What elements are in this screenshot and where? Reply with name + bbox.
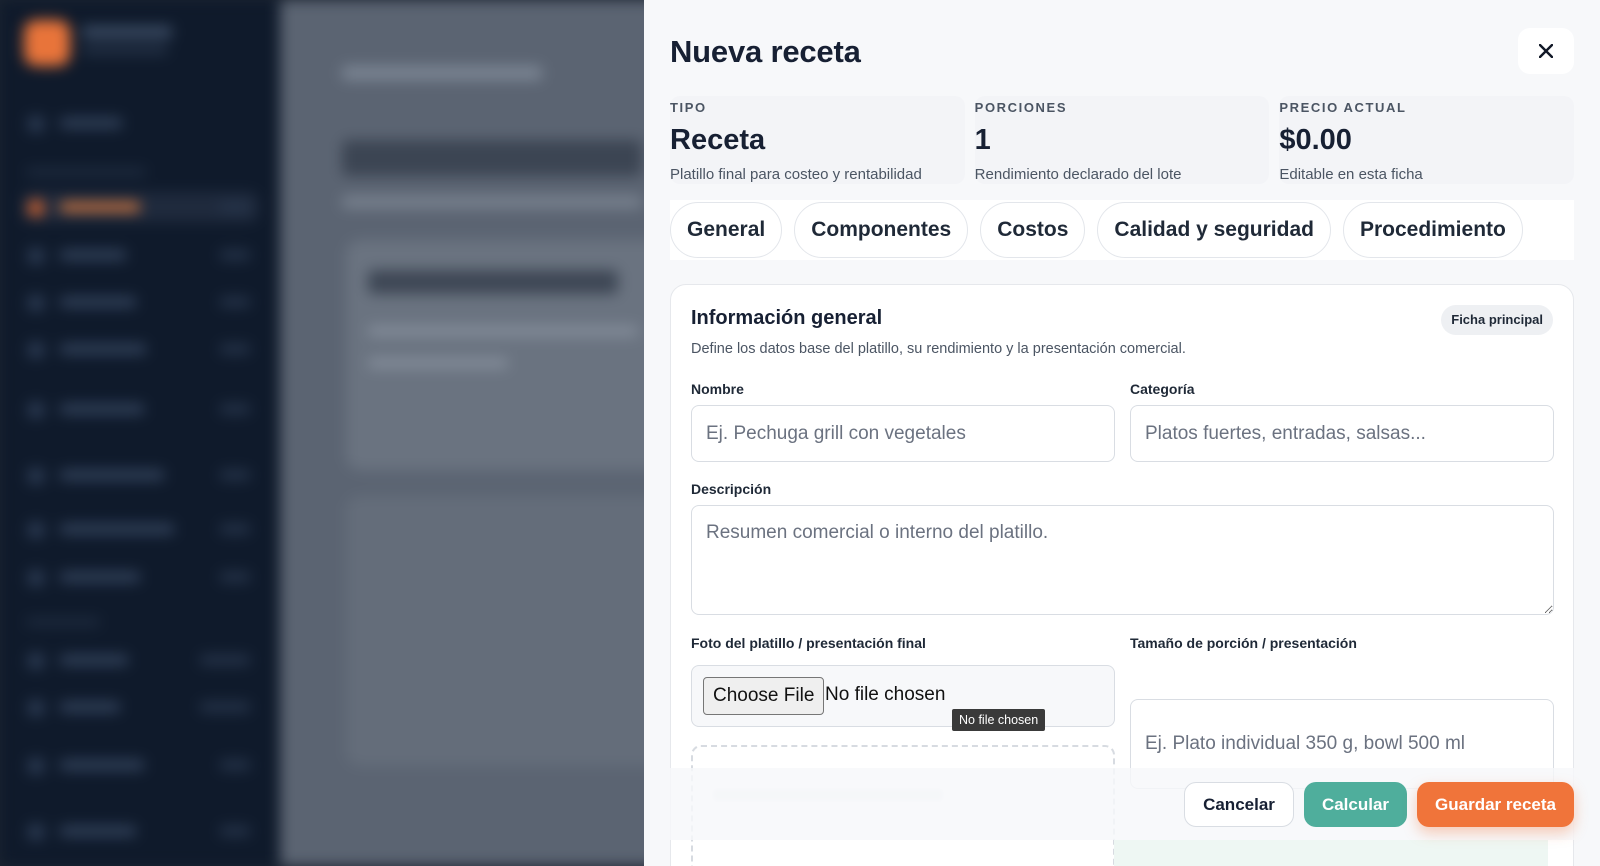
foto-label: Foto del platillo / presentación final <box>691 635 926 651</box>
sidebar-item <box>22 240 258 270</box>
sidebar-item <box>22 334 258 364</box>
sidebar-item <box>22 514 258 544</box>
stat-tipo: TIPO Receta Platillo final para costeo y… <box>670 96 965 184</box>
stat-label: TIPO <box>670 100 707 115</box>
tab-bar: General Componentes Costos Calidad y seg… <box>670 200 1574 260</box>
summary-stats: TIPO Receta Platillo final para costeo y… <box>670 96 1575 184</box>
sidebar-item <box>22 692 258 722</box>
status-badge: Ficha principal <box>1441 305 1553 335</box>
sidebar-item <box>22 108 258 138</box>
cancel-button[interactable]: Cancelar <box>1184 782 1294 827</box>
stat-precio-actual: PRECIO ACTUAL $0.00 Editable en esta fic… <box>1279 96 1575 184</box>
nombre-label: Nombre <box>691 381 744 397</box>
sidebar-item <box>22 287 258 317</box>
sidebar-item <box>22 750 258 780</box>
stat-porciones: PORCIONES 1 Rendimiento declarado del lo… <box>974 96 1270 184</box>
categoria-label: Categoría <box>1130 381 1195 397</box>
tab-general[interactable]: General <box>670 202 783 258</box>
stat-value: 1 <box>974 124 991 156</box>
panel-description: Define los datos base del platillo, su r… <box>691 341 1186 357</box>
sidebar-item-active <box>22 192 258 222</box>
close-button[interactable] <box>1518 28 1574 74</box>
close-icon <box>1539 44 1553 58</box>
stat-value: Receta <box>670 124 766 156</box>
stat-hint: Platillo final para costeo y rentabilida… <box>670 166 922 183</box>
save-recipe-button[interactable]: Guardar receta <box>1417 782 1574 827</box>
recipe-drawer: Nueva receta TIPO Receta Platillo final … <box>644 0 1600 866</box>
tab-procedimiento[interactable]: Procedimiento <box>1342 202 1523 258</box>
tab-calidad-seguridad[interactable]: Calidad y seguridad <box>1097 202 1331 258</box>
sidebar-item <box>22 645 258 675</box>
descripcion-label: Descripción <box>691 481 772 497</box>
stat-label: PRECIO ACTUAL <box>1279 100 1407 115</box>
page-title <box>342 140 642 176</box>
breadcrumb <box>342 66 542 80</box>
porcion-label: Tamaño de porción / presentación <box>1130 635 1357 651</box>
tab-componentes[interactable]: Componentes <box>794 202 969 258</box>
sidebar-item <box>22 816 258 846</box>
modal-title: Nueva receta <box>670 34 861 69</box>
descripcion-textarea[interactable] <box>691 505 1554 615</box>
stat-hint: Editable en esta ficha <box>1279 166 1423 183</box>
sidebar-item <box>22 394 258 424</box>
calculate-button[interactable]: Calcular <box>1304 782 1407 827</box>
file-status: No file chosen <box>825 684 946 705</box>
stat-hint: Rendimiento declarado del lote <box>974 166 1182 183</box>
tooltip: No file chosen <box>952 709 1046 731</box>
stat-label: PORCIONES <box>974 100 1068 115</box>
tab-costos[interactable]: Costos <box>980 202 1086 258</box>
choose-file-button[interactable]: Choose File <box>703 677 825 715</box>
categoria-input[interactable] <box>1130 405 1554 462</box>
sidebar-item <box>22 460 258 490</box>
photo-file-input: Choose File No file chosen No file chose… <box>691 665 1115 731</box>
app-logo <box>24 20 70 66</box>
sidebar <box>0 0 280 866</box>
panel-title: Información general <box>691 307 883 329</box>
nombre-input[interactable] <box>691 405 1115 462</box>
stat-value: $0.00 <box>1279 124 1352 156</box>
sidebar-item <box>22 562 258 592</box>
analysis-card <box>346 240 666 470</box>
